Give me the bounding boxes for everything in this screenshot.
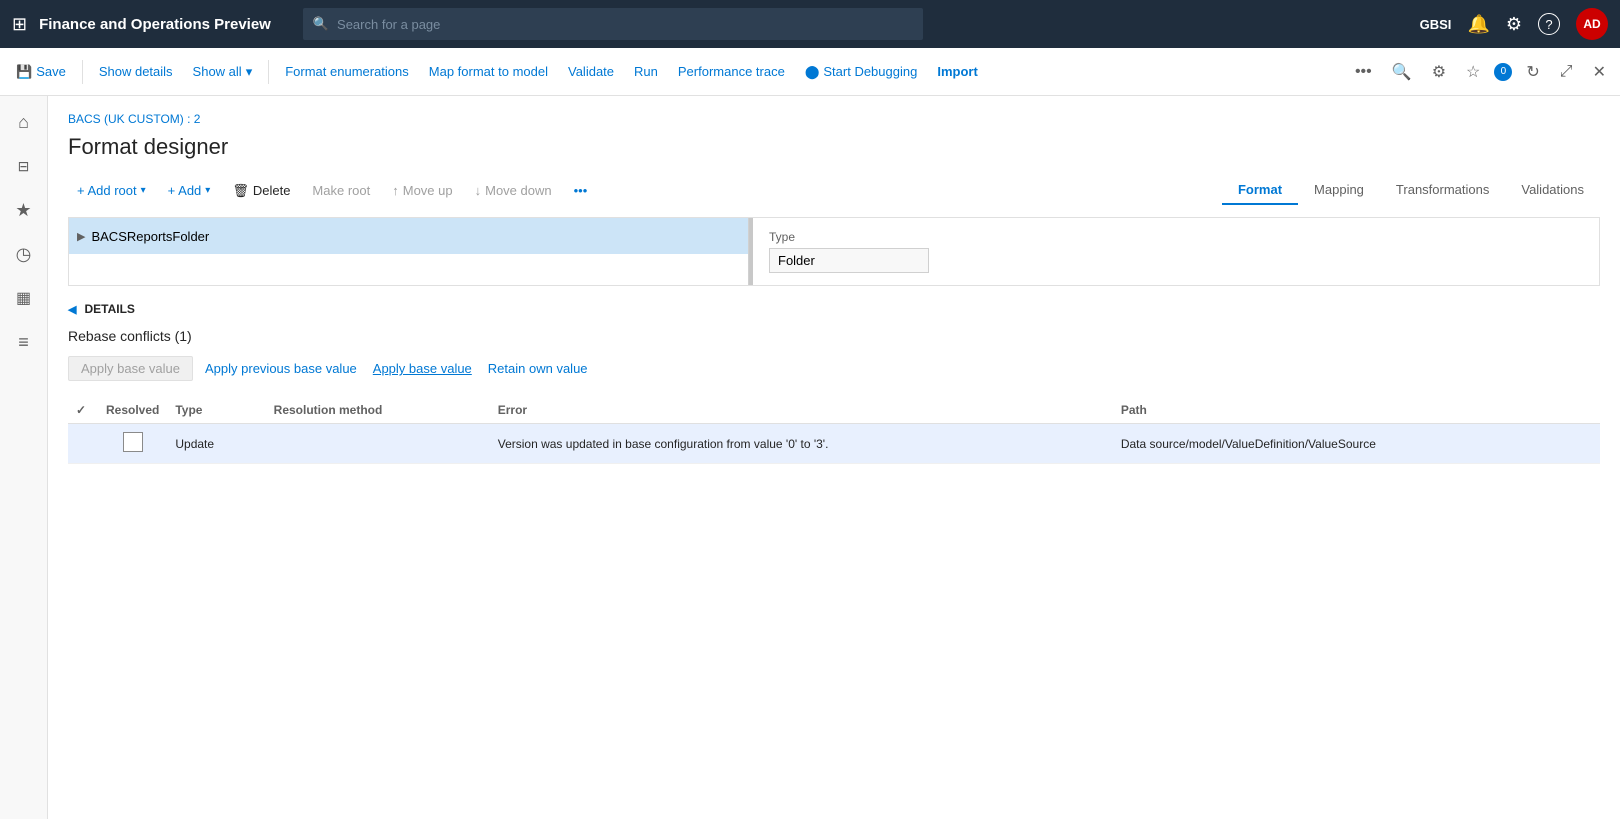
- apply-base-value-button[interactable]: Apply base value: [369, 359, 476, 378]
- separator-1: [82, 60, 83, 84]
- resolved-checkbox[interactable]: [123, 432, 143, 452]
- right-panel: Type Folder: [753, 218, 1599, 285]
- toolbar-search-button[interactable]: 🔍: [1386, 58, 1418, 86]
- more-button[interactable]: •••: [1349, 59, 1378, 85]
- debug-icon: ⬤: [805, 64, 820, 80]
- tab-transformations[interactable]: Transformations: [1380, 176, 1505, 205]
- add-root-button[interactable]: + Add root ▾: [68, 178, 155, 203]
- toolbar-right-actions: ••• 🔍 ⚙ ☆ 0 ↻ ⤢ ✕: [1349, 58, 1612, 86]
- tab-mapping[interactable]: Mapping: [1298, 176, 1380, 205]
- rebase-title: Rebase conflicts (1): [68, 328, 1600, 344]
- save-button[interactable]: 💾 Save: [8, 60, 74, 84]
- retain-own-value-button[interactable]: Retain own value: [484, 359, 592, 378]
- performance-trace-button[interactable]: Performance trace: [670, 60, 793, 83]
- delete-button[interactable]: 🗑 Delete: [223, 178, 299, 204]
- sidebar-item-workspaces[interactable]: ▦: [6, 280, 42, 316]
- tab-strip: Format Mapping Transformations Validatio…: [1222, 176, 1600, 205]
- toolbar-settings-button[interactable]: ⚙: [1426, 58, 1452, 86]
- validate-button[interactable]: Validate: [560, 60, 622, 83]
- col-type: Type: [167, 397, 265, 424]
- make-root-button[interactable]: Make root: [303, 178, 379, 203]
- search-placeholder: Search for a page: [337, 17, 440, 32]
- show-details-button[interactable]: Show details: [91, 60, 181, 83]
- conflict-table: ✓ Resolved Type Resolution method Error …: [68, 397, 1600, 464]
- run-button[interactable]: Run: [626, 60, 666, 83]
- format-tree: ▶ BACSReportsFolder: [69, 218, 749, 285]
- help-icon[interactable]: ?: [1538, 13, 1560, 35]
- toolbar-popout-button[interactable]: ⤢: [1554, 59, 1579, 85]
- show-all-caret: ▾: [246, 64, 253, 80]
- tab-validations[interactable]: Validations: [1505, 176, 1600, 205]
- sidebar-item-list[interactable]: ≡: [6, 324, 42, 360]
- notification-badge[interactable]: 0: [1494, 63, 1512, 81]
- expand-icon[interactable]: ▶: [77, 230, 85, 243]
- conflict-actions: Apply base value Apply previous base val…: [68, 356, 1600, 381]
- toolbar-refresh-button[interactable]: ↻: [1520, 58, 1545, 86]
- details-section: ◀ DETAILS Rebase conflicts (1) Apply bas…: [68, 302, 1600, 464]
- sidebar-item-favorites[interactable]: ★: [6, 192, 42, 228]
- delete-icon: 🗑: [232, 183, 249, 199]
- show-all-button[interactable]: Show all ▾: [185, 60, 261, 84]
- content-area: BACS (UK CUSTOM) : 2 Format designer + A…: [48, 96, 1620, 819]
- start-debugging-button[interactable]: ⬤ Start Debugging: [797, 60, 926, 84]
- action-row: + Add root ▾ + Add ▾ 🗑 Delete Make root …: [68, 176, 1600, 205]
- gear-icon[interactable]: ⚙: [1506, 14, 1522, 35]
- cell-path: Data source/model/ValueDefinition/ValueS…: [1113, 424, 1600, 464]
- tab-format[interactable]: Format: [1222, 176, 1298, 205]
- move-down-button[interactable]: ↓ Move down: [466, 178, 561, 203]
- sidebar-item-filter[interactable]: ⊟: [6, 148, 42, 184]
- app-title: Finance and Operations Preview: [39, 16, 271, 33]
- type-label: Type: [769, 230, 1583, 244]
- format-enumerations-button[interactable]: Format enumerations: [277, 60, 417, 83]
- top-nav-right: GBSI 🔔 ⚙ ? AD: [1420, 8, 1608, 40]
- tree-item-bacs[interactable]: ▶ BACSReportsFolder: [69, 218, 748, 254]
- col-resolution-method: Resolution method: [266, 397, 490, 424]
- grid-icon[interactable]: ⊞: [12, 14, 27, 35]
- search-bar[interactable]: 🔍 Search for a page: [303, 8, 923, 40]
- bell-icon[interactable]: 🔔: [1467, 14, 1489, 35]
- map-format-to-model-button[interactable]: Map format to model: [421, 60, 556, 83]
- page-title: Format designer: [68, 134, 1600, 160]
- cell-error: Version was updated in base configuratio…: [490, 424, 1113, 464]
- table-row: Update Version was updated in base confi…: [68, 424, 1600, 464]
- col-error: Error: [490, 397, 1113, 424]
- col-check: ✓: [68, 397, 98, 424]
- type-value: Folder: [769, 248, 929, 273]
- apply-base-value-ghost-button[interactable]: Apply base value: [68, 356, 193, 381]
- col-resolved: Resolved: [98, 397, 167, 424]
- cell-check: [68, 424, 98, 464]
- move-up-button[interactable]: ↑ Move up: [383, 178, 461, 203]
- sidebar-item-home[interactable]: ⌂: [6, 104, 42, 140]
- main-layout: ⌂ ⊟ ★ ◷ ▦ ≡ BACS (UK CUSTOM) : 2 Format …: [0, 96, 1620, 819]
- cell-resolution-method: [266, 424, 490, 464]
- avatar[interactable]: AD: [1576, 8, 1608, 40]
- move-up-icon: ↑: [392, 183, 399, 198]
- tree-item-label: BACSReportsFolder: [91, 229, 209, 244]
- toolbar-favorite-button[interactable]: ☆: [1460, 58, 1486, 86]
- user-code: GBSI: [1420, 17, 1452, 32]
- details-header[interactable]: ◀ DETAILS: [68, 302, 1600, 316]
- more-actions-button[interactable]: •••: [565, 178, 597, 203]
- search-icon: 🔍: [313, 16, 329, 32]
- collapse-icon: ◀: [68, 303, 76, 316]
- toolbar: 💾 Save Show details Show all ▾ Format en…: [0, 48, 1620, 96]
- separator-2: [268, 60, 269, 84]
- cell-type: Update: [167, 424, 265, 464]
- move-down-icon: ↓: [475, 183, 482, 198]
- top-nav: ⊞ Finance and Operations Preview 🔍 Searc…: [0, 0, 1620, 48]
- toolbar-close-button[interactable]: ✕: [1587, 58, 1612, 86]
- save-icon: 💾: [16, 64, 32, 80]
- apply-previous-base-value-button[interactable]: Apply previous base value: [201, 359, 361, 378]
- format-layout: ▶ BACSReportsFolder Type Folder: [68, 217, 1600, 286]
- col-path: Path: [1113, 397, 1600, 424]
- add-button[interactable]: + Add ▾: [159, 178, 220, 203]
- cell-resolved[interactable]: [98, 424, 167, 464]
- left-sidebar: ⌂ ⊟ ★ ◷ ▦ ≡: [0, 96, 48, 819]
- import-button[interactable]: Import: [929, 60, 985, 83]
- sidebar-item-recent[interactable]: ◷: [6, 236, 42, 272]
- breadcrumb: BACS (UK CUSTOM) : 2: [68, 112, 1600, 126]
